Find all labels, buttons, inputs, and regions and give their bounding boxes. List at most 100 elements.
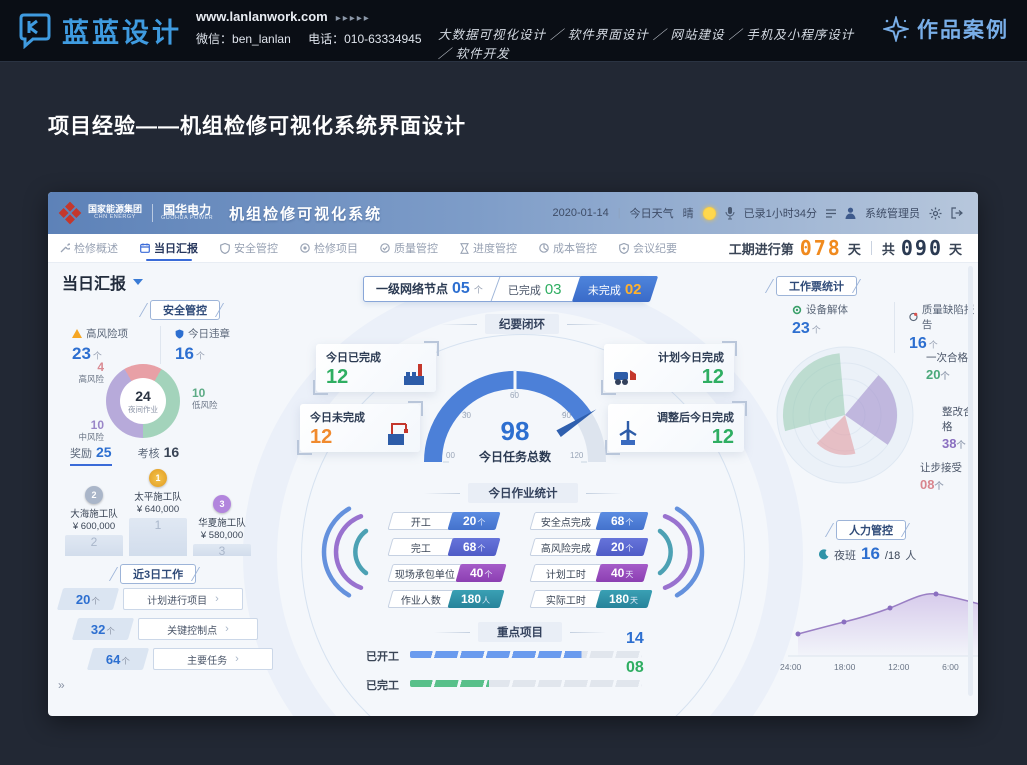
arc-decoration-right	[650, 497, 712, 607]
moon-icon	[818, 549, 829, 560]
recent-item-planned[interactable]: 20个 计划进行项目›	[60, 588, 243, 610]
dashboard-header: 国家能源集团 CHN ENERGY 国华电力 GUOHUA POWER 机组检修…	[48, 192, 978, 234]
date-display: 2020-01-14	[553, 207, 609, 219]
tab-minutes[interactable]: 会议纪要	[619, 234, 677, 262]
page: 蓝蓝设计 www.lanlanwork.com▸▸▸▸▸ 微信：ben_lanl…	[0, 0, 1027, 765]
site-header: 蓝蓝设计 www.lanlanwork.com▸▸▸▸▸ 微信：ben_lanl…	[0, 0, 1027, 62]
defect-clock-icon	[909, 312, 918, 322]
portfolio-link[interactable]: 作品案例	[883, 14, 1009, 44]
bar-finished-label: 已完工	[366, 677, 399, 693]
night-shift-line-chart	[778, 568, 978, 662]
tab-cost[interactable]: 成本管控	[539, 234, 597, 262]
dashboard-scrollbar[interactable]	[968, 266, 973, 696]
site-url[interactable]: www.lanlanwork.com	[196, 9, 328, 24]
system-title: 机组检修可视化系统	[229, 203, 382, 224]
tab-safety[interactable]: 安全管控	[220, 234, 278, 262]
podium-rank3: 3 华夏施工队 ¥ 580,000 3	[190, 495, 254, 556]
tab-projects[interactable]: 检修项目	[300, 234, 358, 262]
gear-green-icon	[792, 305, 802, 315]
calendar-icon	[140, 243, 150, 253]
wrench-icon	[60, 243, 70, 253]
wechat-value: ben_lanlan	[232, 32, 291, 46]
bar-started-label: 已开工	[366, 648, 399, 664]
silver-medal-icon: 2	[85, 486, 103, 504]
shield-check-icon	[175, 329, 184, 339]
check-badge-icon	[380, 243, 390, 253]
crane-icon	[384, 420, 412, 446]
site-contact: www.lanlanwork.com▸▸▸▸▸ 微信：ben_lanlan 电话…	[196, 9, 436, 47]
bronze-medal-icon: 3	[213, 495, 231, 513]
document-shield-icon	[619, 243, 629, 254]
night-work-donut-chart: 24 夜间作业 4高风险 10低风险 10中风险	[68, 360, 258, 444]
pill-safety-points: 安全点完成 68个	[532, 512, 646, 530]
logout-icon[interactable]	[951, 207, 964, 219]
pill-high-risk-done: 高风险完成 20个	[532, 538, 646, 556]
period-total-days: 090	[901, 236, 943, 260]
recent-item-main-tasks[interactable]: 64个 主要任务›	[90, 648, 273, 670]
services-list: 大数据可视化设计 ／ 软件界面设计 ／ 网站建设 ／ 手机及小程序设计 ／ 软件…	[438, 24, 868, 62]
donut-label-mid: 10中风险	[74, 418, 104, 443]
pie-clock-icon	[539, 243, 549, 253]
sparkle-star-icon	[883, 16, 909, 42]
period-prefix: 工期进行第	[729, 239, 794, 258]
tab-overview[interactable]: 检修概述	[60, 234, 118, 262]
bar-started-value: 14	[626, 630, 644, 648]
weather-value: 晴	[683, 205, 694, 221]
pill-finished: 完工 68个	[390, 538, 498, 556]
current-user[interactable]: 系统管理员	[865, 205, 920, 221]
site-logo[interactable]: 蓝蓝设计	[16, 11, 182, 50]
violation-stat: 今日违章 16个	[160, 326, 230, 364]
tab-bar: 检修概述 当日汇报 安全管控 检修项目 质量管控 进度管控	[48, 234, 978, 262]
sun-icon	[703, 207, 716, 220]
recent-item-control-points[interactable]: 32个 关键控制点›	[75, 618, 258, 640]
tab-assess[interactable]: 考核16	[138, 444, 180, 461]
donut-label-high: 4高风险	[74, 360, 104, 385]
target-icon	[300, 243, 310, 253]
chevron-right-icon: ›	[235, 653, 239, 665]
bar-finished-value: 08	[626, 659, 644, 677]
donut-ring: 24 夜间作业	[106, 364, 180, 438]
record-duration: 已录1小时34分	[744, 205, 817, 221]
podium-rank2: 2 大海施工队 ¥ 600,000 2	[62, 486, 126, 556]
collapse-chevrons[interactable]: »	[58, 678, 65, 692]
chevron-right-icon: ›	[215, 593, 219, 605]
warning-icon	[72, 329, 82, 338]
reward-assess-tabs: 奖励25 考核16	[70, 444, 179, 461]
brand-chn-energy: 国家能源集团 CHN ENERGY	[88, 205, 142, 220]
pill-actual-hours: 实际工时 180天	[532, 590, 650, 608]
microphone-icon[interactable]	[725, 207, 735, 220]
bar-finished	[410, 680, 642, 687]
lanlan-logo-icon	[16, 13, 54, 49]
key-projects-tag: 重点项目	[478, 622, 562, 642]
daily-report-dropdown[interactable]: 当日汇报	[62, 270, 143, 294]
chn-energy-logo	[59, 202, 82, 225]
team-reward-podium: 2 大海施工队 ¥ 600,000 2 1 太平施工队 ¥ 640,000 1 …	[60, 466, 256, 556]
phone-value: 010-63334945	[344, 32, 421, 46]
network-node-banner: 一级网络节点 05 个 已完成 03 未完成 02	[363, 276, 647, 302]
list-icon[interactable]	[826, 209, 836, 218]
time-axis-labels: 24:00 18:00 12:00 6:00 0:00	[780, 662, 978, 672]
shield-icon	[220, 243, 230, 254]
weather-label: 今日天气	[630, 205, 674, 221]
chevron-down-icon	[133, 279, 143, 285]
portfolio-label: 作品案例	[917, 14, 1009, 44]
tab-schedule[interactable]: 进度管控	[460, 234, 517, 262]
work-stats-tag: 今日作业统计	[468, 483, 578, 503]
recent-work-tag: 近3日工作	[120, 564, 196, 584]
dashboard: 国家能源集团 CHN ENERGY 国华电力 GUOHUA POWER 机组检修…	[48, 192, 978, 716]
tab-reward[interactable]: 奖励25	[70, 444, 112, 461]
ticket-polar-chart	[770, 340, 920, 490]
gauge-value: 98	[425, 416, 605, 447]
gauge-label: 今日任务总数	[425, 448, 605, 465]
pill-planned-hours: 计划工时 40天	[532, 564, 646, 582]
period-current-days: 078	[800, 236, 842, 260]
site-logo-text: 蓝蓝设计	[62, 11, 182, 50]
tab-quality[interactable]: 质量管控	[380, 234, 438, 262]
podium-rank1: 1 太平施工队 ¥ 640,000 1	[126, 469, 190, 556]
night-shift-stat: 夜班 16 /18 人	[818, 544, 916, 564]
pill-contractors: 现场承包单位 40个	[390, 564, 504, 582]
card-done-today: 今日已完成 12	[316, 344, 436, 392]
equipment-stat: 设备解体 23个	[792, 302, 848, 338]
tab-daily-report[interactable]: 当日汇报	[140, 234, 198, 262]
settings-gear-icon[interactable]	[929, 207, 942, 220]
